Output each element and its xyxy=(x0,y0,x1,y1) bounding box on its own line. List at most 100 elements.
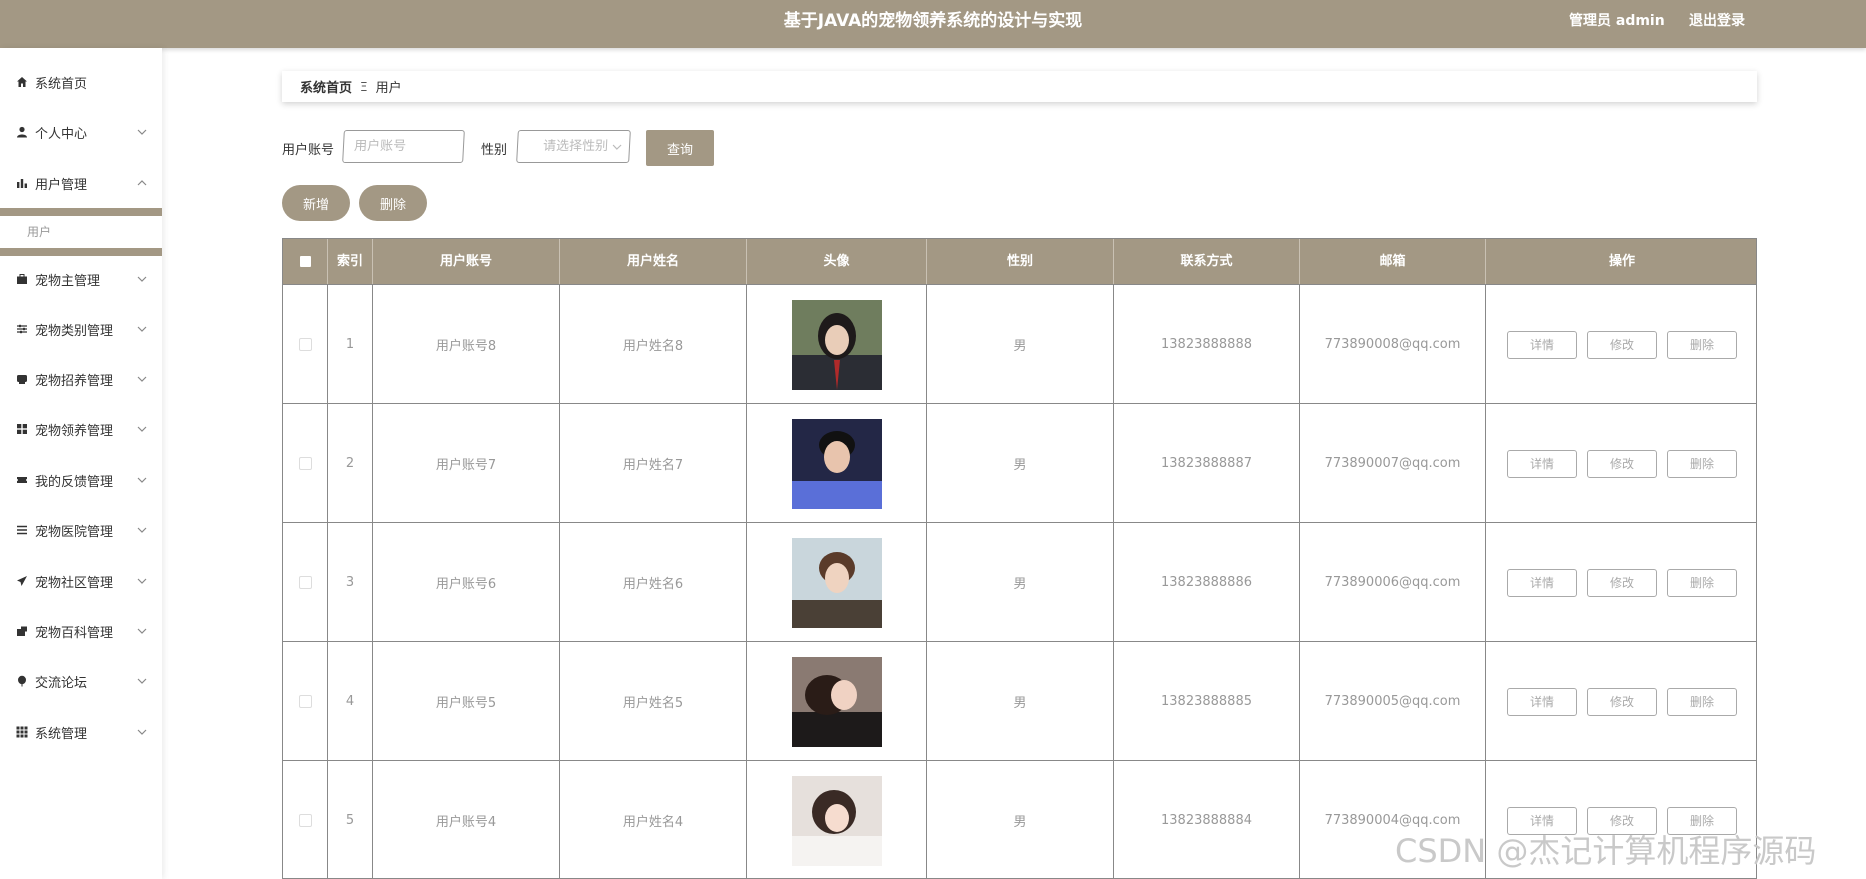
sidebar-item-label: 交流论坛 xyxy=(35,675,88,691)
breadcrumb-home[interactable]: 系统首页 xyxy=(300,77,352,96)
bulk-delete-button[interactable]: 删除 xyxy=(359,185,427,221)
sidebar-item-label: 用户管理 xyxy=(35,177,88,193)
list-icon xyxy=(15,523,29,537)
sidebar-item-label: 系统首页 xyxy=(35,76,88,92)
cell-avatar xyxy=(747,523,927,642)
cell-account: 用户账号5 xyxy=(373,642,560,761)
column-header-name: 用户姓名 xyxy=(560,239,747,284)
row-checkbox-cell xyxy=(283,642,328,761)
account-search-input[interactable]: 用户账号 xyxy=(342,130,465,163)
cell-name: 用户姓名4 xyxy=(560,761,747,878)
cell-actions: 详情 修改 删除 xyxy=(1486,404,1756,523)
sliders-icon xyxy=(15,322,29,336)
search-button[interactable]: 查询 xyxy=(646,130,714,166)
sidebar-item-pet-encyclopedia-management[interactable]: 宠物百科管理 xyxy=(0,613,162,649)
sidebar-item-label: 宠物百科管理 xyxy=(35,625,114,641)
sidebar-item-forum[interactable]: 交流论坛 xyxy=(0,663,162,699)
cell-account: 用户账号8 xyxy=(373,285,560,404)
sidebar-item-system-management[interactable]: 系统管理 xyxy=(0,714,162,750)
logout-link[interactable]: 退出登录 xyxy=(1689,0,1745,42)
row-checkbox[interactable] xyxy=(298,457,312,470)
select-all-checkbox[interactable] xyxy=(299,256,311,267)
cell-gender: 男 xyxy=(927,523,1114,642)
top-header: 基于JAVA的宠物领养系统的设计与实现 管理员 admin 退出登录 xyxy=(0,0,1866,48)
cell-avatar xyxy=(747,404,927,523)
cell-gender: 男 xyxy=(927,761,1114,878)
cell-index: 5 xyxy=(328,761,373,878)
avatar xyxy=(791,775,882,866)
grid-icon xyxy=(15,422,29,436)
avatar xyxy=(791,299,882,390)
cell-email: 773890007@qq.com xyxy=(1300,404,1486,523)
column-header-email: 邮箱 xyxy=(1300,239,1486,284)
edit-button[interactable]: 修改 xyxy=(1587,330,1657,359)
row-checkbox[interactable] xyxy=(298,576,312,589)
chevron-up-icon xyxy=(136,177,148,189)
sidebar-item-pet-recruit-management[interactable]: 宠物招养管理 xyxy=(0,361,162,397)
chevron-down-icon xyxy=(136,524,148,536)
sidebar-item-feedback-management[interactable]: 我的反馈管理 xyxy=(0,462,162,498)
chevron-down-icon xyxy=(136,625,148,637)
delete-button[interactable]: 删除 xyxy=(1667,330,1737,359)
cell-gender: 男 xyxy=(927,285,1114,404)
sidebar-item-personal-center[interactable]: 个人中心 xyxy=(0,114,162,150)
edit-button[interactable]: 修改 xyxy=(1587,449,1657,478)
sidebar-item-pet-community-management[interactable]: 宠物社区管理 xyxy=(0,563,162,599)
delete-button[interactable]: 删除 xyxy=(1667,449,1737,478)
delete-button[interactable]: 删除 xyxy=(1667,687,1737,716)
sidebar-item-pet-owner-management[interactable]: 宠物主管理 xyxy=(0,261,162,297)
edit-button[interactable]: 修改 xyxy=(1587,687,1657,716)
cell-gender: 男 xyxy=(927,642,1114,761)
sidebar-item-label: 宠物类别管理 xyxy=(35,323,114,339)
sidebar: 系统首页 个人中心 用户管理 用户 宠物主管理 宠物类别管理 宠物招养管理 宠物… xyxy=(0,48,162,879)
sidebar-item-home[interactable]: 系统首页 xyxy=(0,64,162,100)
sidebar-item-label: 宠物社区管理 xyxy=(35,575,114,591)
gender-select[interactable]: 请选择性别 xyxy=(516,130,631,163)
column-header-actions: 操作 xyxy=(1608,254,1635,269)
row-checkbox[interactable] xyxy=(298,338,312,351)
breadcrumb-current: 用户 xyxy=(375,81,402,96)
edit-button[interactable]: 修改 xyxy=(1587,568,1657,597)
cell-actions: 详情 修改 删除 xyxy=(1486,642,1756,761)
book-icon xyxy=(15,624,29,638)
submenu-user-management: 用户 xyxy=(0,208,162,256)
account-label: 用户账号 xyxy=(282,143,335,158)
cell-email: 773890006@qq.com xyxy=(1300,523,1486,642)
sidebar-item-pet-hospital-management[interactable]: 宠物医院管理 xyxy=(0,512,162,548)
user-table: 索引 用户账号 用户姓名 头像 性别 联系方式 邮箱 操作 1 用户账号8 用户… xyxy=(282,238,1757,879)
row-checkbox[interactable] xyxy=(298,695,312,708)
table-row: 3 用户账号6 用户姓名6 男 13823888886 773890006@qq… xyxy=(283,522,1756,642)
avatar xyxy=(791,537,882,628)
detail-button[interactable]: 详情 xyxy=(1507,687,1577,716)
cell-account: 用户账号7 xyxy=(373,404,560,523)
column-header-account: 用户账号 xyxy=(373,239,560,284)
chevron-down-icon xyxy=(136,323,148,335)
chevron-down-icon xyxy=(136,373,148,385)
row-checkbox[interactable] xyxy=(298,814,312,827)
sidebar-item-pet-adoption-management[interactable]: 宠物领养管理 xyxy=(0,411,162,447)
detail-button[interactable]: 详情 xyxy=(1507,568,1577,597)
cell-index: 1 xyxy=(328,285,373,404)
select-all-cell xyxy=(283,239,328,284)
avatar xyxy=(791,656,882,747)
sidebar-item-label: 宠物领养管理 xyxy=(35,423,114,439)
cell-name: 用户姓名7 xyxy=(560,404,747,523)
gender-select-placeholder: 请选择性别 xyxy=(542,139,609,154)
user-icon xyxy=(15,125,29,139)
chevron-down-icon xyxy=(136,675,148,687)
cell-email: 773890008@qq.com xyxy=(1300,285,1486,404)
balloon-icon xyxy=(15,674,29,688)
sidebar-item-pet-category-management[interactable]: 宠物类别管理 xyxy=(0,311,162,347)
column-header-gender: 性别 xyxy=(927,239,1114,284)
delete-button[interactable]: 删除 xyxy=(1667,568,1737,597)
sidebar-subitem-user[interactable]: 用户 xyxy=(27,216,51,248)
cell-avatar xyxy=(747,285,927,404)
apps-icon xyxy=(15,725,29,739)
add-button[interactable]: 新增 xyxy=(282,185,350,221)
detail-button[interactable]: 详情 xyxy=(1507,449,1577,478)
row-checkbox-cell xyxy=(283,404,328,523)
sidebar-item-user-management[interactable]: 用户管理 xyxy=(0,165,162,201)
admin-label: 管理员 admin xyxy=(1569,13,1665,29)
cell-avatar xyxy=(747,642,927,761)
detail-button[interactable]: 详情 xyxy=(1507,330,1577,359)
